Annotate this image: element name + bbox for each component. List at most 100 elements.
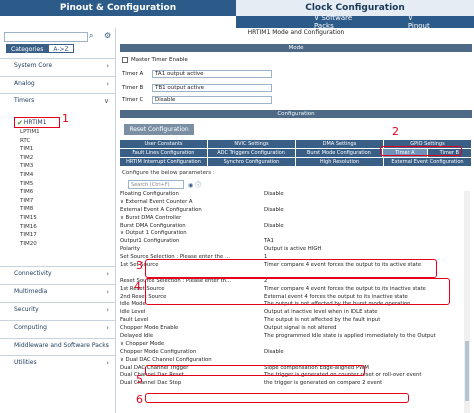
mode-header: Mode: [120, 44, 472, 52]
timer-a-row: Timer A TA1 output active: [122, 69, 272, 79]
category-security[interactable]: Security ›: [0, 302, 115, 316]
timer-c-row: Timer C Disable: [122, 95, 272, 105]
category-timers[interactable]: Timers ∨: [0, 93, 115, 107]
highlight-set-source: [145, 259, 437, 278]
sub-bar: ∨ Software Packs ∨ Pinout: [0, 14, 474, 30]
config-tabs-row3: HRTIM Interrupt Configuration Synchro Co…: [120, 158, 472, 166]
reset-configuration-button[interactable]: Reset Configuration: [124, 124, 194, 135]
config-hint: Configure the below parameters :: [122, 170, 215, 176]
chevron-right-icon: ›: [106, 269, 109, 278]
category-middleware[interactable]: Middleware and Software Packs ›: [0, 338, 115, 352]
filter-icons[interactable]: ◉ ⓘ: [188, 180, 201, 189]
callout-2: 2: [392, 125, 399, 138]
timer-item[interactable]: TIM7: [20, 197, 40, 206]
highlight-reset-source: [145, 278, 450, 305]
timer-c-select[interactable]: Disable: [152, 96, 272, 104]
param-row[interactable]: Idle Level Output at inactive level when …: [120, 309, 464, 317]
timer-item-hrtim1[interactable]: ✔ HRTIM1: [14, 117, 60, 128]
param-row[interactable]: Dual Channel Dac Step the trigger is gene…: [120, 380, 464, 388]
param-search-input[interactable]: Search (Ctrl+F): [128, 180, 184, 189]
timer-item[interactable]: TIM1: [20, 145, 40, 154]
timer-b-row: Timer B TB1 output active: [122, 83, 272, 93]
param-row[interactable]: Fault Level The output is not affected by…: [120, 317, 464, 325]
main-panel: HRTIM1 Mode and Configuration Mode Maste…: [118, 28, 474, 413]
category-multimedia[interactable]: Multimedia ›: [0, 284, 115, 298]
param-row[interactable]: Floating Configuration Disable: [120, 191, 464, 199]
top-tabs: Pinout & Configuration Clock Configurati…: [0, 0, 474, 16]
param-row[interactable]: ∨ Dual DAC Channel Configuration: [120, 357, 464, 365]
configuration-header: Configuration: [120, 110, 472, 118]
page-title: HRTIM1 Mode and Configuration: [247, 29, 345, 36]
highlight-timer-a-tab: [380, 146, 462, 156]
callout-1: 1: [62, 112, 69, 125]
timer-item[interactable]: TIM6: [20, 188, 40, 197]
check-icon: ✔: [17, 118, 23, 127]
timer-b-select[interactable]: TB1 output active: [152, 84, 272, 92]
category-utilities[interactable]: Utilities ›: [0, 355, 115, 369]
param-row[interactable]: Burst DMA Configuration Disable: [120, 223, 464, 231]
timer-item[interactable]: TIM17: [20, 231, 40, 240]
param-row[interactable]: ∨ External Event Counter A: [120, 199, 464, 207]
tab-dma-settings[interactable]: DMA Settings: [296, 140, 384, 148]
tab-nvic-settings[interactable]: NVIC Settings: [208, 140, 296, 148]
gear-icon[interactable]: ⚙: [104, 31, 111, 40]
param-scrollbar[interactable]: [464, 191, 470, 413]
chevron-right-icon: ›: [106, 341, 109, 350]
tab-fault-lines[interactable]: Fault Lines Configuration: [120, 149, 208, 157]
chevron-right-icon: ›: [106, 61, 109, 70]
timer-item[interactable]: TIM8: [20, 205, 40, 214]
param-row[interactable]: ∨ Output 1 Configuration: [120, 230, 464, 238]
timer-item[interactable]: RTC: [20, 137, 40, 146]
master-timer-row[interactable]: Master Timer Enable: [122, 55, 188, 65]
scrollbar-thumb[interactable]: [465, 341, 469, 401]
tab-external-event[interactable]: External Event Configuration: [384, 158, 472, 166]
param-row[interactable]: Chopper Mode Enable Output signal is not …: [120, 325, 464, 333]
tab-adc-triggers[interactable]: ADC Triggers Configuration: [207, 149, 296, 157]
search-icon[interactable]: ⌕: [89, 31, 93, 41]
tab-user-constants[interactable]: User Constants: [120, 140, 208, 148]
timer-item[interactable]: TIM3: [20, 162, 40, 171]
chevron-right-icon: ›: [106, 305, 109, 314]
category-connectivity[interactable]: Connectivity ›: [0, 266, 115, 280]
category-tabs: Categories A->Z: [6, 44, 74, 53]
timer-item[interactable]: TIM4: [20, 171, 40, 180]
timer-item[interactable]: TIM20: [20, 240, 40, 249]
timer-item[interactable]: TIM16: [20, 223, 40, 232]
tab-synchro[interactable]: Synchro Configuration: [208, 158, 296, 166]
chevron-right-icon: ›: [106, 79, 109, 88]
tab-a-z[interactable]: A->Z: [48, 44, 74, 53]
timer-item[interactable]: TIM15: [20, 214, 40, 223]
param-row[interactable]: Polarity Output is active HIGH: [120, 246, 464, 254]
timer-a-select[interactable]: TA1 output active: [152, 70, 272, 78]
timer-item[interactable]: TIM2: [20, 154, 40, 163]
param-row[interactable]: Chopper Mode Configuration Disable: [120, 349, 464, 357]
timers-list: LPTIM1 RTC TIM1 TIM2 TIM3 TIM4 TIM5 TIM6…: [20, 128, 40, 248]
timer-item[interactable]: TIM5: [20, 180, 40, 189]
chevron-right-icon: ›: [106, 358, 109, 367]
callout-4: 4: [134, 280, 141, 293]
tab-high-resolution[interactable]: High Resolution: [296, 158, 384, 166]
search-input[interactable]: [4, 32, 88, 42]
highlight-dac-trigger: [145, 365, 365, 376]
param-row[interactable]: ∨ Burst DMA Controller: [120, 215, 464, 223]
tab-pinout-configuration[interactable]: Pinout & Configuration: [0, 0, 236, 16]
category-system-core[interactable]: System Core ›: [0, 58, 115, 72]
category-computing[interactable]: Computing ›: [0, 320, 115, 334]
tab-categories[interactable]: Categories: [6, 44, 49, 53]
callout-3: 3: [136, 259, 143, 272]
timer-item[interactable]: LPTIM1: [20, 128, 40, 137]
category-analog[interactable]: Analog ›: [0, 76, 115, 90]
param-row[interactable]: Output1 Configuration TA1: [120, 238, 464, 246]
sidebar: ⌕ ⚙ Categories A->Z System Core › Analog ›…: [0, 28, 116, 413]
tab-hrtim-interrupt[interactable]: HRTIM Interrupt Configuration: [120, 158, 208, 166]
highlight-dac-step: [145, 393, 409, 403]
param-row[interactable]: ∨ Chopper Mode: [120, 341, 464, 349]
callout-5: 5: [136, 373, 143, 386]
tab-burst-mode[interactable]: Burst Mode Configuration: [295, 149, 384, 157]
chevron-down-icon: ∨: [103, 96, 109, 105]
param-row[interactable]: External Event A Configuration Disable: [120, 207, 464, 215]
param-row[interactable]: Delayed Idle The programmed Idle state is…: [120, 333, 464, 341]
master-timer-checkbox[interactable]: [122, 57, 128, 63]
callout-6: 6: [136, 393, 143, 406]
chevron-right-icon: ›: [106, 323, 109, 332]
